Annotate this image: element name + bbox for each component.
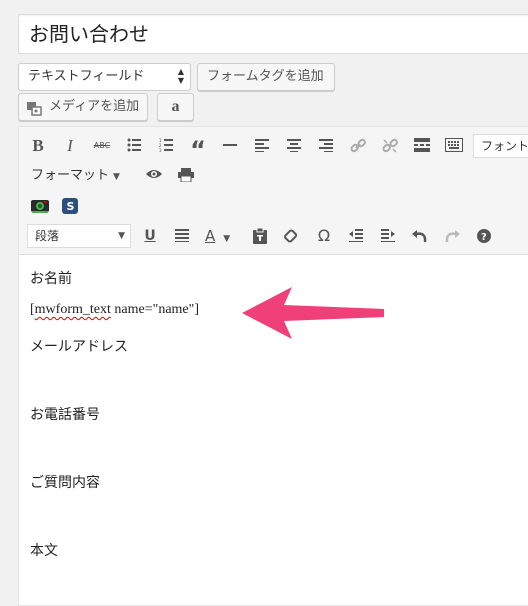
add-formtag-button[interactable]: フォームタグを追加	[197, 63, 335, 91]
s-plugin-icon[interactable]: S	[59, 195, 81, 217]
chevron-down-icon: ▼	[113, 172, 120, 182]
help-icon[interactable]: ?	[473, 225, 495, 247]
paragraph-label: 段落	[35, 229, 60, 243]
content-line-inquiry-label: ご質問内容	[30, 476, 100, 491]
chevron-down-icon: ▼	[118, 231, 125, 241]
shortcode-tag-misspelled: mwform_text	[34, 302, 111, 317]
field-type-label: テキストフィールド	[28, 69, 145, 84]
print-icon[interactable]	[175, 165, 197, 187]
unlink-icon[interactable]	[379, 135, 401, 157]
keyboard-icon[interactable]	[443, 135, 465, 157]
add-media-label: メディアを追加	[49, 99, 140, 114]
numbered-list-icon[interactable]: 123	[155, 135, 177, 157]
underline-icon[interactable]: U	[139, 225, 161, 247]
link-icon[interactable]	[347, 135, 369, 157]
paste-text-icon[interactable]	[249, 225, 271, 247]
italic-icon[interactable]: I	[59, 135, 81, 157]
svg-text:3: 3	[159, 148, 162, 152]
screenshot-plugin-icon[interactable]	[29, 195, 51, 217]
content-line-email-label: メールアドレス	[30, 340, 128, 355]
editor-toolbar: B I ABC 123 “ フォント フォーマット ▼ S 段落 ▼ U A ▼ Ω	[19, 127, 528, 255]
content-line-phone-label: お電話番号	[30, 408, 100, 423]
indent-icon[interactable]	[377, 225, 399, 247]
horizontal-rule-icon[interactable]	[219, 135, 241, 157]
outdent-icon[interactable]	[345, 225, 367, 247]
bullet-list-icon[interactable]	[123, 135, 145, 157]
align-center-icon[interactable]	[283, 135, 305, 157]
content-line-body-label: 本文	[30, 544, 58, 559]
editor: B I ABC 123 “ フォント フォーマット ▼ S 段落 ▼ U A ▼ Ω	[18, 126, 528, 606]
content-line-shortcode: [mwform_text name="name"]	[30, 302, 199, 318]
bold-icon[interactable]: B	[27, 135, 49, 157]
read-more-icon[interactable]	[411, 135, 433, 157]
preview-icon[interactable]	[143, 165, 165, 187]
strikethrough-icon[interactable]: ABC	[91, 135, 113, 157]
shortcode-attrs: name="name"]	[110, 302, 200, 317]
add-media-button[interactable]: メディアを追加	[18, 93, 148, 121]
svg-text:S: S	[67, 200, 75, 213]
format-menu[interactable]: フォーマット ▼	[31, 165, 120, 188]
align-left-icon[interactable]	[251, 135, 273, 157]
justify-icon[interactable]	[171, 225, 193, 247]
format-menu-label: フォーマット	[31, 168, 110, 183]
post-title-input[interactable]: お問い合わせ	[18, 14, 528, 54]
undo-icon[interactable]	[409, 225, 431, 247]
text-color-icon[interactable]: A ▼	[203, 225, 239, 247]
amazon-button[interactable]: a	[157, 93, 194, 121]
redo-icon[interactable]	[441, 225, 463, 247]
special-char-icon[interactable]: Ω	[313, 225, 335, 247]
align-right-icon[interactable]	[315, 135, 337, 157]
paragraph-select[interactable]: 段落 ▼	[27, 224, 131, 248]
field-type-select[interactable]: テキストフィールド ▲ ▼	[18, 63, 191, 91]
media-icon	[27, 100, 42, 116]
blockquote-icon[interactable]: “	[187, 135, 209, 164]
font-select[interactable]: フォント	[473, 134, 528, 158]
annotation-arrow-icon	[242, 287, 384, 339]
select-arrows-icon: ▲ ▼	[177, 67, 184, 85]
svg-text:?: ?	[481, 232, 487, 243]
clear-format-icon[interactable]	[281, 225, 303, 247]
content-line-name-label: お名前	[30, 272, 72, 287]
